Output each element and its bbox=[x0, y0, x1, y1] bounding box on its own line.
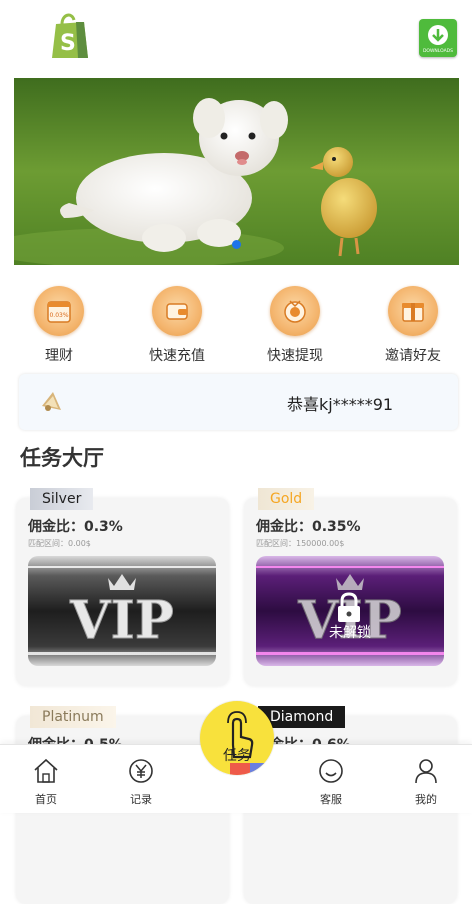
notice-bar: 恭喜kj*****91 bbox=[19, 374, 458, 430]
svg-text:S: S bbox=[60, 31, 76, 56]
section-title: 任务大厅 bbox=[20, 446, 104, 470]
action-recharge[interactable]: 快速充值 bbox=[118, 284, 236, 365]
action-label: 快速提现 bbox=[267, 348, 323, 364]
user-icon bbox=[415, 759, 437, 784]
action-finance[interactable]: 0.03% 理财 bbox=[0, 284, 118, 365]
tier-badge: Silver bbox=[30, 488, 94, 510]
nav-label: 首页 bbox=[35, 793, 57, 806]
nav-home[interactable]: 首页 bbox=[16, 757, 76, 807]
match-range: 匹配区间：0.00$ bbox=[28, 539, 91, 548]
tier-badge: Platinum bbox=[30, 706, 116, 728]
commission-rate: 佣金比：0.35% bbox=[256, 519, 361, 535]
vip-card-gold[interactable]: Gold 佣金比：0.35% 匹配区间：150000.00$ VIP 未解锁 bbox=[244, 488, 457, 686]
action-label: 理财 bbox=[45, 348, 73, 364]
nav-service[interactable]: 客服 bbox=[301, 757, 361, 807]
nav-mine[interactable]: 我的 bbox=[396, 757, 456, 807]
calendar-icon: 0.03% bbox=[34, 286, 84, 336]
speaker-icon bbox=[42, 392, 61, 411]
vip-card-image: VIP 未解锁 bbox=[256, 556, 444, 666]
home-icon bbox=[34, 758, 58, 783]
match-range: 匹配区间：150000.00$ bbox=[256, 539, 345, 548]
vip-card-image: VIP bbox=[28, 556, 216, 666]
download-caption: DOWNLOADS bbox=[423, 48, 453, 54]
download-icon: DOWNLOADS bbox=[423, 25, 453, 54]
header: S DOWNLOADS bbox=[0, 0, 472, 74]
banner-indicator-dot[interactable] bbox=[232, 240, 241, 249]
action-invite[interactable]: 邀请好友 bbox=[354, 284, 472, 365]
notice-text: 恭喜kj*****91 bbox=[287, 395, 394, 414]
calendar-rate: 0.03% bbox=[49, 312, 68, 319]
lock-icon bbox=[338, 592, 360, 622]
medal-icon bbox=[270, 286, 320, 336]
locked-label: 未解锁 bbox=[329, 625, 371, 641]
action-withdraw[interactable]: 快速提现 bbox=[236, 284, 354, 365]
vip-card-silver[interactable]: Silver 佣金比：0.3% 匹配区间：0.00$ VIP bbox=[16, 488, 229, 686]
banner-image bbox=[14, 78, 459, 265]
task-label: 任务 bbox=[223, 748, 251, 764]
wallet-icon bbox=[152, 286, 202, 336]
shopify-bag-icon: S bbox=[52, 13, 88, 58]
action-label: 邀请好友 bbox=[385, 348, 441, 364]
smile-service-icon bbox=[319, 759, 343, 783]
action-label: 快速充值 bbox=[149, 348, 205, 364]
nav-records[interactable]: 记录 bbox=[111, 757, 171, 807]
nav-label: 记录 bbox=[130, 793, 152, 806]
banner-carousel[interactable] bbox=[14, 78, 459, 265]
task-button[interactable]: 任务 bbox=[200, 701, 274, 775]
vip-text: VIP bbox=[69, 590, 174, 651]
download-button[interactable]: DOWNLOADS bbox=[419, 19, 457, 57]
nav-label: 我的 bbox=[415, 793, 437, 806]
quick-actions: 0.03% 理财 快速充值 快速提现 邀请好友 bbox=[0, 284, 472, 364]
nav-label: 客服 bbox=[320, 793, 342, 806]
gift-icon bbox=[388, 286, 438, 336]
yen-record-icon bbox=[129, 759, 153, 783]
tier-badge: Gold bbox=[258, 488, 315, 510]
commission-rate: 佣金比：0.3% bbox=[28, 519, 123, 535]
